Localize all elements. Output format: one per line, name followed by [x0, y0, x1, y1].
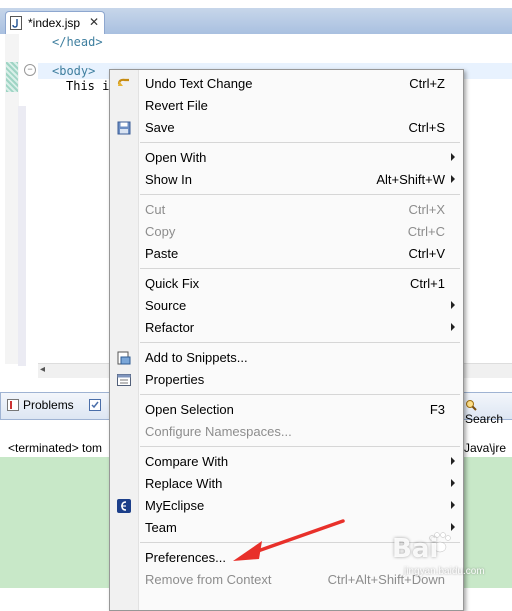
editor-tab-label: *index.jsp: [28, 16, 81, 30]
menu-item-label: Refactor: [145, 320, 195, 335]
menu-item-label: Open With: [145, 150, 207, 165]
menu-item-copy: Copy Ctrl+C: [110, 221, 463, 243]
submenu-arrow-icon: [451, 501, 455, 509]
tasks-icon: [89, 399, 101, 411]
submenu-arrow-icon: [451, 175, 455, 183]
menu-item-compare-with[interactable]: Compare With: [110, 451, 463, 473]
menu-item-label: MyEclipse: [145, 498, 205, 513]
context-menu: Undo Text Change Ctrl+Z Revert File Save Ctr…: [109, 69, 464, 611]
tab-search[interactable]: Search: [465, 398, 512, 426]
menu-item-shortcut: Ctrl+C: [407, 224, 445, 239]
properties-icon: [117, 373, 131, 387]
submenu-arrow-icon: [451, 301, 455, 309]
menu-item-replace-with[interactable]: Replace With: [110, 473, 463, 495]
editor-tab-strip: *index.jsp ✕: [0, 8, 512, 35]
undo-icon: [117, 77, 131, 91]
menu-item-label: Configure Namespaces...: [145, 424, 292, 439]
submenu-arrow-icon: [451, 153, 455, 161]
menu-item-configure-namespaces: Configure Namespaces...: [110, 421, 463, 443]
menu-item-shortcut: Ctrl+V: [408, 246, 445, 261]
menu-item-shortcut: Ctrl+1: [409, 276, 445, 291]
menu-item-shortcut: F3: [429, 402, 445, 417]
menu-item-label: Preferences...: [145, 550, 226, 565]
menu-item-label: Paste: [145, 246, 179, 261]
watermark-logo: Bai: [392, 534, 439, 564]
code-line: <body>: [52, 64, 96, 78]
problems-icon: [7, 399, 19, 411]
menu-item-label: Undo Text Change: [145, 76, 253, 91]
menu-item-myeclipse[interactable]: MyEclipse: [110, 495, 463, 517]
menu-item-open-with[interactable]: Open With: [110, 147, 463, 169]
submenu-arrow-icon: [451, 523, 455, 531]
menu-item-show-in[interactable]: Show In Alt+Shift+W: [110, 169, 463, 191]
menu-item-shortcut: Ctrl+S: [408, 120, 445, 135]
menu-item-label: Remove from Context: [145, 572, 272, 587]
console-path: Java\jre: [464, 441, 507, 455]
menu-item-label: Team: [145, 520, 177, 535]
menu-item-label: Save: [145, 120, 175, 135]
menu-item-label: Copy: [145, 224, 176, 239]
menu-item-label: Properties: [145, 372, 205, 387]
tab-problems[interactable]: Problems: [7, 398, 74, 412]
menu-item-undo-text-change[interactable]: Undo Text Change Ctrl+Z: [110, 73, 463, 95]
scroll-left-icon[interactable]: ◂: [40, 364, 45, 375]
menu-item-label: Cut: [145, 202, 166, 217]
submenu-arrow-icon: [451, 479, 455, 487]
menu-item-quick-fix[interactable]: Quick Fix Ctrl+1: [110, 273, 463, 295]
menu-item-source[interactable]: Source: [110, 295, 463, 317]
search-icon: [466, 400, 477, 411]
menu-item-save[interactable]: Save Ctrl+S: [110, 117, 463, 139]
save-icon: [117, 121, 131, 135]
menu-item-refactor[interactable]: Refactor: [110, 317, 463, 339]
menu-item-revert-file[interactable]: Revert File: [110, 95, 463, 117]
menu-item-properties[interactable]: Properties: [110, 369, 463, 391]
menu-item-label: Compare With: [145, 454, 229, 469]
tab-tasks[interactable]: [89, 398, 105, 412]
menu-item-shortcut: Ctrl+X: [408, 202, 445, 217]
menu-item-label: Quick Fix: [145, 276, 200, 291]
editor-tab-index-jsp[interactable]: *index.jsp ✕: [5, 11, 105, 35]
menu-separator: [140, 194, 460, 195]
console-terminated-text: <terminated> tom: [8, 441, 103, 455]
code-line: </head>: [52, 35, 103, 49]
menu-item-cut: Cut Ctrl+X: [110, 199, 463, 221]
editor-margin-line: [18, 106, 26, 366]
myeclipse-icon: [117, 499, 131, 513]
menu-item-shortcut: Alt+Shift+W: [376, 172, 445, 187]
menu-item-label: Replace With: [145, 476, 223, 491]
menu-separator: [140, 446, 460, 447]
menu-item-open-selection[interactable]: Open Selection F3: [110, 399, 463, 421]
menu-item-label: Source: [145, 298, 187, 313]
change-marker: [6, 62, 18, 92]
menu-separator: [140, 394, 460, 395]
snippets-icon: [117, 351, 131, 365]
submenu-arrow-icon: [451, 323, 455, 331]
menu-item-label: Show In: [145, 172, 192, 187]
menu-separator: [140, 142, 460, 143]
menu-item-label: Open Selection: [145, 402, 234, 417]
fold-collapse-icon[interactable]: −: [24, 64, 36, 76]
submenu-arrow-icon: [451, 457, 455, 465]
tab-problems-label: Problems: [23, 398, 74, 412]
code-line: This i: [66, 79, 110, 93]
menu-item-label: Add to Snippets...: [145, 350, 248, 365]
menu-item-paste[interactable]: Paste Ctrl+V: [110, 243, 463, 265]
menu-item-add-to-snippets[interactable]: Add to Snippets...: [110, 347, 463, 369]
tab-search-label: Search: [465, 412, 504, 426]
jsp-file-icon: [10, 16, 22, 30]
menu-item-shortcut: Ctrl+Z: [409, 76, 445, 91]
menu-separator: [140, 268, 460, 269]
close-icon[interactable]: ✕: [89, 15, 99, 29]
menu-separator: [140, 342, 460, 343]
menu-item-label: Revert File: [145, 98, 208, 113]
console-status: <terminated> tom: [8, 441, 102, 455]
watermark-url: jingyan.baidu.com: [404, 566, 485, 577]
